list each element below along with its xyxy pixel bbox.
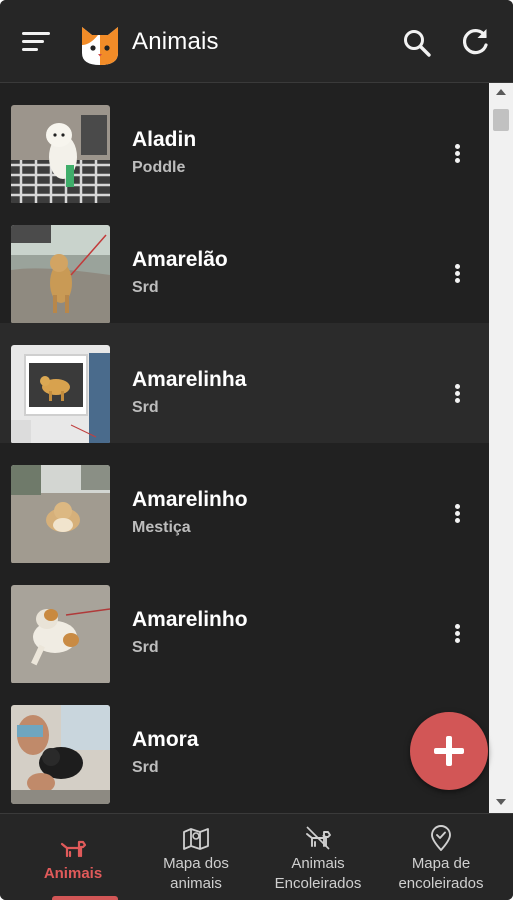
more-options-icon[interactable]: [445, 501, 469, 525]
menu-icon[interactable]: [22, 31, 50, 53]
scroll-up-arrow-icon[interactable]: [496, 89, 506, 95]
top-app-bar: Animais: [0, 0, 513, 83]
more-options-icon[interactable]: [445, 621, 469, 645]
animal-photo: [11, 105, 110, 204]
list-item[interactable]: Amarelinho Mestiça: [0, 443, 489, 564]
more-options-icon[interactable]: [445, 261, 469, 285]
location-pin-icon: [431, 825, 451, 851]
animal-breed: Srd: [132, 759, 159, 776]
animal-photo: [11, 225, 110, 324]
search-icon[interactable]: [402, 28, 432, 58]
bottom-navigation: Animais Mapa dos animais Animais Encolei…: [0, 813, 513, 900]
page-title: Animais: [132, 28, 219, 55]
list-item[interactable]: Aladin Poddle: [0, 83, 489, 204]
dog-icon: [60, 840, 87, 858]
animal-photo: [11, 465, 110, 564]
animal-name: Amarelão: [132, 248, 228, 271]
scrollbar[interactable]: [489, 83, 513, 813]
animal-breed: Srd: [132, 399, 159, 416]
list-item[interactable]: Amarelão Srd: [0, 203, 489, 324]
animal-name: Amarelinho: [132, 488, 248, 511]
animal-breed: Poddle: [132, 159, 186, 176]
animal-name: Aladin: [132, 128, 197, 151]
animal-name: Amarelinho: [132, 608, 248, 631]
list-item[interactable]: Amarelinho Srd: [0, 563, 489, 684]
collared-dog-icon: [306, 826, 331, 850]
animal-breed: Srd: [132, 279, 159, 296]
cat-logo-icon: [82, 27, 118, 65]
nav-item-mapa-dos-animais[interactable]: Mapa dos animais: [135, 814, 257, 900]
scroll-down-arrow-icon[interactable]: [496, 799, 506, 805]
nav-label: Mapa dos animais: [163, 855, 229, 892]
animal-photo: [11, 705, 110, 804]
nav-item-animais-encoleirados[interactable]: Animais Encoleirados: [257, 814, 379, 900]
nav-item-mapa-de-encoleirados[interactable]: Mapa de encoleirados: [380, 814, 502, 900]
list-item[interactable]: Amarelinha Srd: [0, 323, 489, 444]
animal-name: Amora: [132, 728, 199, 751]
active-tab-indicator: [52, 896, 118, 900]
animal-list: Aladin Poddle Amarelão Srd Amarelinha Sr…: [0, 83, 489, 813]
animal-name: Amarelinha: [132, 368, 247, 391]
more-options-icon[interactable]: [445, 381, 469, 405]
nav-label: Animais Encoleirados: [274, 855, 362, 892]
animal-breed: Srd: [132, 639, 159, 656]
nav-item-animais[interactable]: Animais: [12, 814, 134, 900]
nav-label: Mapa de encoleirados: [398, 855, 484, 892]
animal-breed: Mestiça: [132, 519, 191, 536]
scrollbar-thumb[interactable]: [493, 109, 509, 131]
animal-photo: [11, 585, 110, 684]
map-icon: [183, 828, 209, 850]
add-animal-button[interactable]: [410, 712, 488, 790]
animal-photo: [11, 345, 110, 444]
app-window: Animais Aladin Poddle Amarelão Srd Amare…: [0, 0, 513, 900]
more-options-icon[interactable]: [445, 141, 469, 165]
nav-label: Animais: [43, 865, 103, 882]
refresh-icon[interactable]: [459, 26, 491, 58]
